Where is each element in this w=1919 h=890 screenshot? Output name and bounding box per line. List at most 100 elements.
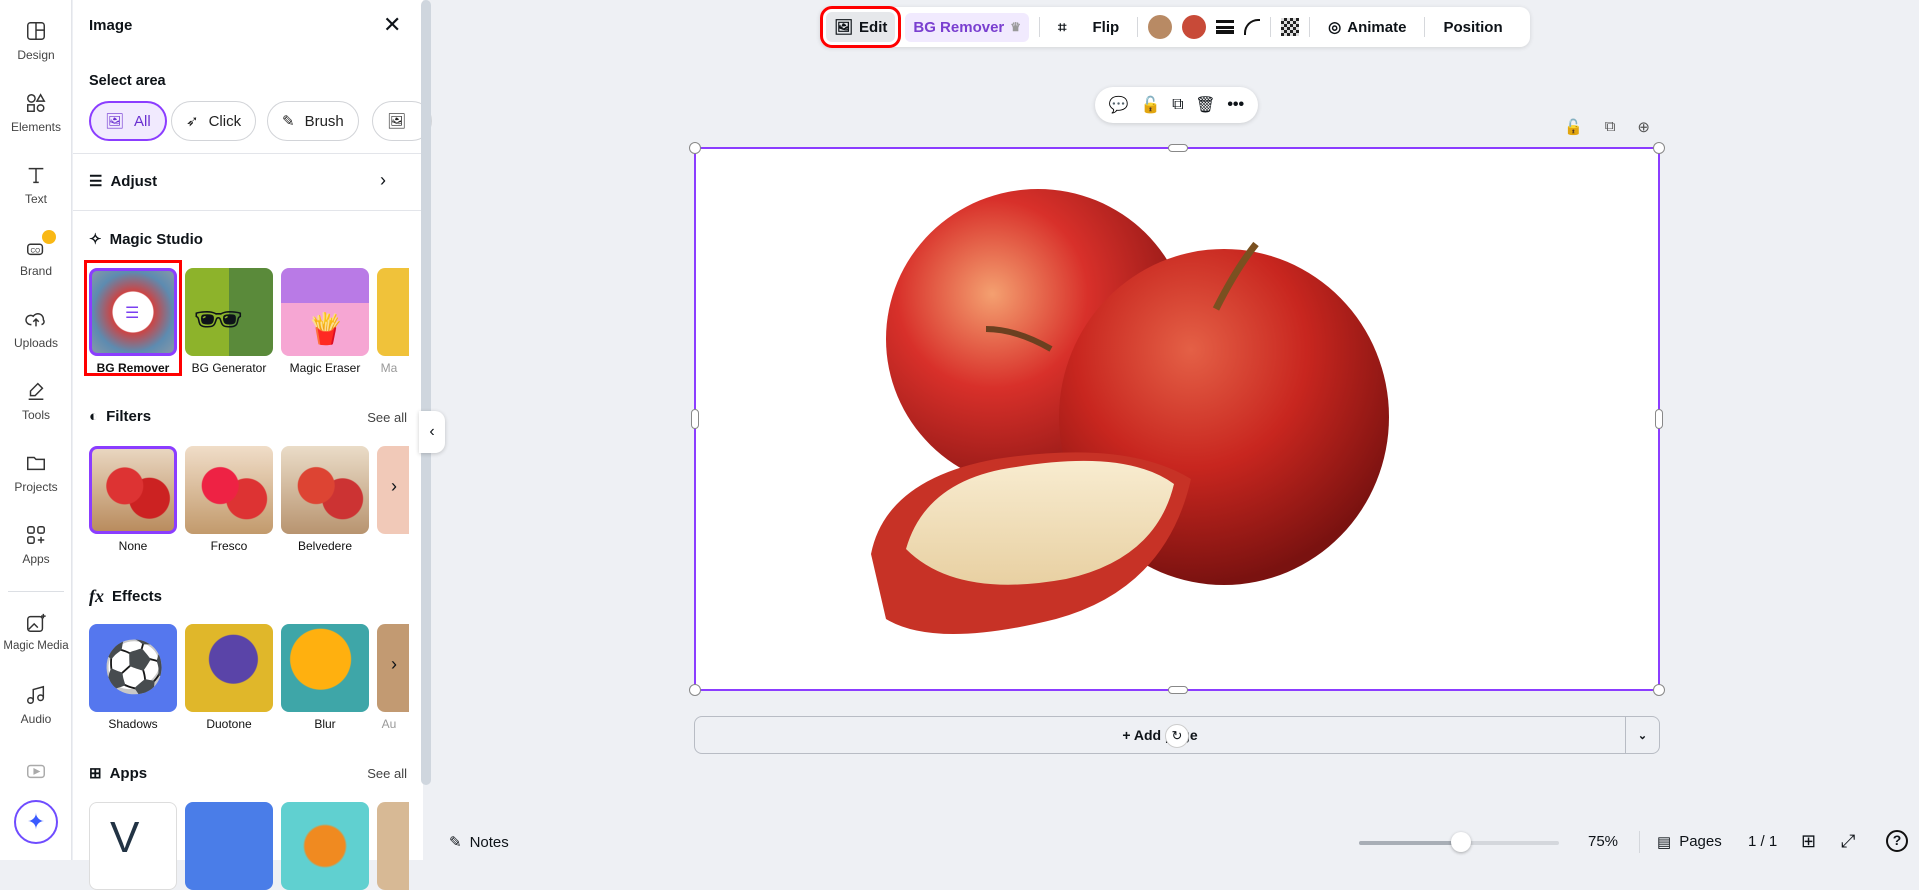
duplicate-page-icon[interactable]: ⧉ bbox=[1605, 118, 1616, 136]
zoom-slider-thumb[interactable] bbox=[1451, 832, 1471, 852]
rail-item-tools[interactable]: Tools bbox=[0, 380, 72, 422]
left-rail: Design Elements Text CO Brand Uploads Too… bbox=[0, 0, 72, 860]
rail-item-brand[interactable]: CO Brand bbox=[0, 230, 72, 278]
select-all-button[interactable]: 🖼 All bbox=[89, 101, 167, 141]
color-swatch[interactable] bbox=[1182, 15, 1207, 39]
rotate-icon: ↻ bbox=[1171, 728, 1183, 743]
resize-handle[interactable] bbox=[691, 409, 699, 429]
resize-handle[interactable] bbox=[689, 142, 701, 154]
apps-heading: ⊞ Apps bbox=[89, 764, 148, 783]
help-icon[interactable]: ? bbox=[1886, 830, 1908, 852]
magic-expand-tile[interactable] bbox=[377, 268, 409, 356]
effect-blur[interactable] bbox=[281, 624, 369, 712]
zoom-slider[interactable] bbox=[1359, 832, 1559, 852]
rail-item-elements[interactable]: Elements bbox=[0, 92, 72, 134]
effect-shadows[interactable]: ⚽ bbox=[89, 624, 177, 712]
sparkles-icon: ✧ bbox=[89, 231, 102, 248]
separator bbox=[1424, 17, 1426, 37]
rail-item-audio[interactable]: Audio bbox=[0, 684, 72, 726]
filter-belvedere[interactable] bbox=[281, 446, 369, 534]
rail-item-video[interactable] bbox=[0, 760, 72, 788]
filter-none[interactable] bbox=[89, 446, 177, 534]
separator bbox=[1137, 17, 1139, 37]
resize-handle[interactable] bbox=[1653, 142, 1665, 154]
add-page-icon[interactable]: ⊕ bbox=[1637, 118, 1650, 136]
select-click-button[interactable]: ➶ Click bbox=[171, 101, 257, 141]
transparency-icon[interactable] bbox=[1281, 18, 1300, 36]
resize-handle[interactable] bbox=[1168, 686, 1188, 694]
edit-button[interactable]: 🖼 Edit bbox=[819, 6, 902, 48]
apps-see-all[interactable]: See all bbox=[367, 766, 407, 781]
image-edit-icon: 🖼 bbox=[834, 19, 854, 36]
app-tile[interactable] bbox=[281, 802, 369, 890]
resize-handle[interactable] bbox=[689, 684, 701, 696]
grid-view-icon[interactable]: ⊞ bbox=[1801, 831, 1816, 852]
magic-assistant-button[interactable]: ✦ bbox=[14, 800, 58, 844]
chevron-right-icon[interactable]: › bbox=[380, 170, 386, 191]
filters-see-all[interactable]: See all bbox=[367, 410, 407, 425]
duplicate-icon[interactable]: ⧉ bbox=[1172, 96, 1183, 114]
adjust-row[interactable]: ☰ Adjust bbox=[89, 172, 157, 191]
apples-image[interactable] bbox=[696, 149, 1658, 689]
click-icon: ➶ bbox=[186, 113, 199, 130]
design-page[interactable] bbox=[689, 142, 1665, 696]
corner-rounding-icon[interactable] bbox=[1244, 19, 1261, 35]
close-icon[interactable]: ✕ bbox=[383, 12, 401, 38]
rail-item-uploads[interactable]: Uploads bbox=[0, 308, 72, 350]
magic-studio-heading: ✧ Magic Studio bbox=[89, 230, 203, 249]
animate-button[interactable]: ◎ Animate bbox=[1320, 12, 1414, 42]
rail-item-apps[interactable]: Apps bbox=[0, 524, 72, 566]
flip-button[interactable]: Flip bbox=[1084, 13, 1127, 42]
app-tile[interactable] bbox=[185, 802, 273, 890]
zoom-level[interactable]: 75% bbox=[1588, 833, 1618, 850]
pages-button[interactable]: ▤ Pages bbox=[1657, 833, 1722, 851]
chevron-down-icon: ⌄ bbox=[1637, 729, 1648, 742]
tile-label: BG Remover bbox=[96, 361, 170, 375]
add-page-dropdown[interactable]: ⌄ bbox=[1625, 717, 1659, 753]
resize-handle[interactable] bbox=[1653, 684, 1665, 696]
tile-label: Belvedere bbox=[297, 539, 353, 553]
magic-eraser-tile[interactable]: 🍟 bbox=[281, 268, 369, 356]
divider bbox=[73, 210, 423, 211]
add-page-button[interactable]: + Add page bbox=[695, 717, 1625, 753]
ball-icon: ⚽ bbox=[103, 639, 166, 695]
effects-heading: fx Effects bbox=[89, 586, 163, 606]
notes-button[interactable]: ✎ Notes bbox=[449, 833, 509, 852]
lock-page-icon[interactable]: 🔓 bbox=[1564, 118, 1583, 136]
panel-scrollbar[interactable] bbox=[421, 0, 431, 785]
filters-icon: ◐ bbox=[89, 408, 99, 425]
cloud-upload-icon bbox=[25, 312, 45, 327]
crop-button[interactable]: ⌗ bbox=[1050, 13, 1074, 42]
app-next[interactable] bbox=[377, 802, 409, 890]
filter-next[interactable]: › bbox=[377, 446, 409, 534]
comment-add-icon[interactable]: 💬 bbox=[1109, 95, 1129, 115]
rail-item-design[interactable]: Design bbox=[0, 20, 72, 62]
filter-fresco[interactable] bbox=[185, 446, 273, 534]
crop-icon: ⌗ bbox=[1058, 18, 1067, 36]
rail-item-projects[interactable]: Projects bbox=[0, 452, 72, 494]
collapse-panel-button[interactable]: ‹ bbox=[419, 411, 445, 453]
music-icon bbox=[27, 685, 45, 704]
effect-next[interactable]: › bbox=[377, 624, 409, 712]
resize-handle[interactable] bbox=[1655, 409, 1663, 429]
magic-media-icon bbox=[27, 613, 46, 632]
rail-item-text[interactable]: Text bbox=[0, 164, 72, 206]
rotate-handle[interactable]: ↻ bbox=[1165, 724, 1189, 748]
bg-remover-button[interactable]: BG Remover ♛ bbox=[905, 12, 1030, 42]
sliders-icon: ☰ bbox=[89, 173, 103, 190]
color-swatch[interactable] bbox=[1148, 15, 1173, 39]
position-button[interactable]: Position bbox=[1435, 13, 1510, 42]
select-area-heading: Select area bbox=[89, 73, 166, 89]
app-tile[interactable]: V bbox=[89, 802, 177, 890]
more-icon[interactable]: ••• bbox=[1227, 96, 1244, 114]
lock-icon[interactable]: 🔓 bbox=[1141, 95, 1161, 115]
divider bbox=[73, 153, 423, 154]
border-style-icon[interactable] bbox=[1216, 20, 1235, 34]
bg-generator-tile[interactable]: 🕶 bbox=[185, 268, 273, 356]
resize-handle[interactable] bbox=[1168, 144, 1188, 152]
trash-icon[interactable]: 🗑 bbox=[1195, 95, 1215, 115]
select-brush-button[interactable]: ✎ Brush bbox=[267, 101, 359, 141]
fullscreen-icon[interactable]: ⤢ bbox=[1841, 831, 1855, 852]
effect-duotone[interactable] bbox=[185, 624, 273, 712]
rail-item-magic-media[interactable]: Magic Media bbox=[0, 612, 72, 652]
